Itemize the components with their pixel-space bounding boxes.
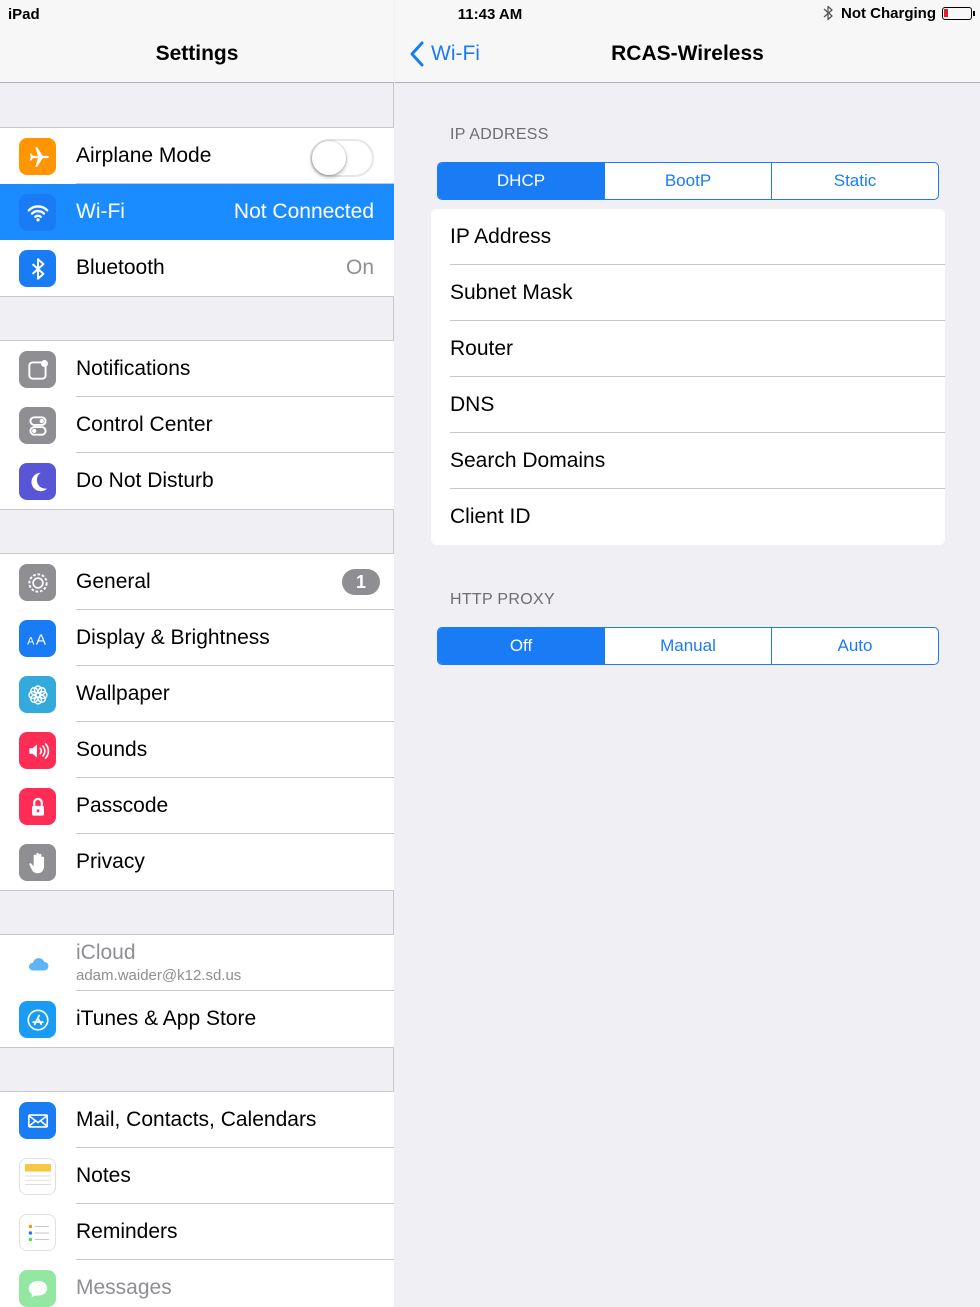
toggle-knob — [312, 141, 346, 175]
http-proxy-section-header: HTTP PROXY — [450, 591, 555, 608]
sidebar-item-label: Display & Brightness — [76, 626, 270, 649]
sidebar-item-do-not-disturb[interactable]: Do Not Disturb — [0, 453, 394, 509]
sidebar-item-bluetooth[interactable]: Bluetooth On — [0, 240, 394, 296]
ip-settings-list: IP Address Subnet Mask Router DNS Search… — [431, 209, 945, 545]
page-title: RCAS-Wireless — [611, 42, 764, 65]
sidebar-item-notes[interactable]: Notes — [0, 1148, 394, 1204]
sidebar-item-notifications[interactable]: Notifications — [0, 341, 394, 397]
segment-off[interactable]: Off — [438, 628, 604, 664]
row-label: Router — [450, 337, 514, 360]
sidebar-item-label: Passcode — [76, 794, 169, 817]
sidebar-item-airplane-mode[interactable]: Airplane Mode — [0, 128, 394, 184]
sidebar-item-label: iTunes & App Store — [76, 1007, 257, 1030]
sidebar-item-label: iCloud — [76, 941, 136, 964]
sidebar-item-general[interactable]: General 1 — [0, 554, 394, 610]
segment-auto[interactable]: Auto — [771, 628, 938, 664]
segment-static[interactable]: Static — [771, 163, 938, 199]
moon-icon — [19, 463, 56, 500]
segment-manual[interactable]: Manual — [604, 628, 771, 664]
sidebar-item-label: Wallpaper — [76, 682, 170, 705]
sidebar-item-label: Reminders — [76, 1220, 178, 1243]
ip-address-row[interactable]: IP Address — [431, 209, 945, 265]
notifications-icon — [19, 351, 56, 388]
search-domains-row[interactable]: Search Domains — [431, 433, 945, 489]
router-row[interactable]: Router — [431, 321, 945, 377]
sidebar-item-privacy[interactable]: Privacy — [0, 834, 394, 890]
cloud-icon — [19, 945, 56, 982]
segment-bootp[interactable]: BootP — [604, 163, 771, 199]
segment-dhcp[interactable]: DHCP — [438, 163, 604, 199]
airplane-icon — [19, 138, 56, 175]
dns-row[interactable]: DNS — [431, 377, 945, 433]
settings-group-connectivity: Airplane Mode Wi-Fi Not Connected Blueto… — [0, 127, 394, 297]
sidebar-item-label: Notifications — [76, 357, 191, 380]
sidebar-item-itunes-app-store[interactable]: iTunes & App Store — [0, 991, 394, 1047]
sidebar-item-passcode[interactable]: Passcode — [0, 778, 394, 834]
svg-text:A: A — [27, 635, 35, 647]
sidebar-item-label: Bluetooth — [76, 256, 165, 279]
gear-icon — [19, 564, 56, 601]
row-label: IP Address — [450, 225, 552, 248]
control-center-icon — [19, 407, 56, 444]
sidebar-item-label: Do Not Disturb — [76, 469, 214, 492]
charging-status: Not Charging — [841, 4, 936, 22]
ip-mode-segmented-control[interactable]: DHCP BootP Static — [437, 162, 939, 200]
sidebar-item-sounds[interactable]: Sounds — [0, 722, 394, 778]
row-label: Client ID — [450, 505, 531, 528]
sidebar-item-messages[interactable]: Messages — [0, 1260, 394, 1307]
status-bar: iPad 11:43 AM Not Charging — [0, 0, 980, 28]
messages-icon — [19, 1270, 56, 1307]
sidebar-item-label: Wi-Fi — [76, 200, 125, 223]
wallpaper-icon — [19, 676, 56, 713]
airplane-mode-toggle[interactable] — [310, 139, 374, 177]
bluetooth-status-icon — [823, 5, 833, 21]
reminders-icon — [19, 1214, 56, 1251]
sidebar-item-reminders[interactable]: Reminders — [0, 1204, 394, 1260]
row-label: Search Domains — [450, 449, 606, 472]
bluetooth-icon — [19, 250, 56, 287]
sidebar-item-label: Sounds — [76, 738, 148, 761]
hand-icon — [19, 844, 56, 881]
battery-level — [944, 8, 948, 17]
status-right: Not Charging — [821, 4, 975, 22]
settings-sidebar: Settings Airplane Mode Wi-Fi Not Connect… — [0, 0, 394, 1307]
sidebar-item-label: Control Center — [76, 413, 213, 436]
ip-address-section-header: IP ADDRESS — [450, 126, 549, 143]
sidebar-item-label: General — [76, 570, 151, 593]
bluetooth-status: On — [345, 256, 374, 279]
lock-icon — [19, 788, 56, 825]
sidebar-item-label: Mail, Contacts, Calendars — [76, 1108, 317, 1131]
subnet-mask-row[interactable]: Subnet Mask — [431, 265, 945, 321]
speaker-icon — [19, 732, 56, 769]
sidebar-item-control-center[interactable]: Control Center — [0, 397, 394, 453]
settings-group-apps: Mail, Contacts, Calendars Notes Reminder… — [0, 1091, 394, 1307]
sidebar-item-label: Privacy — [76, 850, 145, 873]
mail-icon — [19, 1102, 56, 1139]
battery-icon — [942, 6, 975, 20]
settings-group-accounts: iCloud adam.waider@k12.sd.us iTunes & Ap… — [0, 934, 394, 1048]
http-proxy-segmented-control[interactable]: Off Manual Auto — [437, 627, 939, 665]
app-store-icon — [19, 1001, 56, 1038]
sidebar-item-label: Notes — [76, 1164, 131, 1187]
sidebar-item-display-brightness[interactable]: AA Display & Brightness — [0, 610, 394, 666]
row-label: DNS — [450, 393, 495, 416]
sidebar-item-label: Airplane Mode — [76, 144, 212, 167]
sidebar-item-wifi[interactable]: Wi-Fi Not Connected — [0, 184, 394, 240]
display-icon: AA — [19, 620, 56, 657]
client-id-row[interactable]: Client ID — [431, 489, 945, 545]
sidebar-item-wallpaper[interactable]: Wallpaper — [0, 666, 394, 722]
wifi-icon — [19, 194, 56, 231]
settings-group-notifications: Notifications Control Center Do Not Dist… — [0, 340, 394, 510]
wifi-status: Not Connected — [233, 200, 374, 223]
sidebar-item-label: Messages — [76, 1276, 172, 1299]
notes-icon — [19, 1158, 56, 1195]
row-label: Subnet Mask — [450, 281, 573, 304]
settings-group-general: General 1 AA Display & Brightness Wallpa… — [0, 553, 394, 891]
sidebar-title: Settings — [155, 42, 239, 65]
icloud-account-email: adam.waider@k12.sd.us — [76, 967, 242, 984]
sidebar-item-mail-contacts-calendars[interactable]: Mail, Contacts, Calendars — [0, 1092, 394, 1148]
svg-text:A: A — [35, 631, 46, 648]
sidebar-item-icloud[interactable]: iCloud adam.waider@k12.sd.us — [0, 935, 394, 991]
update-badge: 1 — [342, 569, 380, 595]
